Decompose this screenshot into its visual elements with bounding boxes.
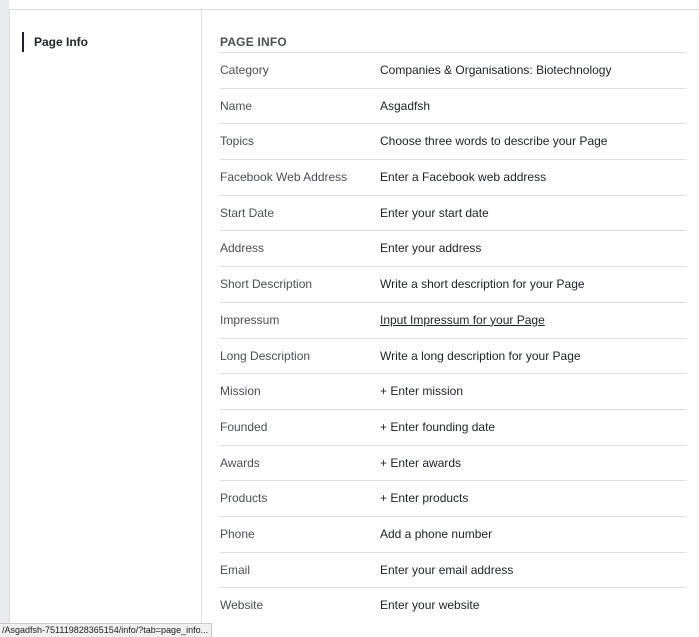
page-info-screen: Page Info PAGE INFO Category Companies &… — [0, 0, 699, 637]
info-row-phone: Phone Add a phone number — [220, 517, 686, 553]
sidebar-item-page-info[interactable]: Page Info — [22, 32, 88, 52]
info-row-start-date: Start Date Enter your start date — [220, 196, 686, 232]
category-value[interactable]: Companies & Organisations: Biotechnology — [380, 53, 611, 88]
info-row-long-description: Long Description Write a long descriptio… — [220, 339, 686, 375]
products-value[interactable]: + Enter products — [380, 481, 468, 516]
row-label: Long Description — [220, 348, 311, 363]
row-label: Awards — [220, 455, 260, 470]
row-label: Phone — [220, 526, 255, 541]
address-value[interactable]: Enter your address — [380, 231, 481, 266]
founded-value[interactable]: + Enter founding date — [380, 410, 495, 445]
row-label: Facebook Web Address — [220, 170, 348, 185]
row-label: Email — [220, 562, 251, 577]
info-row-awards: Awards + Enter awards — [220, 446, 686, 482]
info-row-category: Category Companies & Organisations: Biot… — [220, 53, 686, 89]
impressum-link[interactable]: Input Impressum for your Page — [380, 303, 545, 338]
website-value[interactable]: Enter your website — [380, 588, 479, 623]
phone-value[interactable]: Add a phone number — [380, 517, 492, 552]
browser-status-bar: /Asgadfsh-751119828365154/info/?tab=page… — [0, 623, 213, 637]
left-edge-bar — [0, 0, 9, 637]
info-row-email: Email Enter your email address — [220, 553, 686, 589]
page-info-panel: PAGE INFO Category Companies & Organisat… — [220, 10, 686, 624]
email-value[interactable]: Enter your email address — [380, 553, 513, 588]
mission-value[interactable]: + Enter mission — [380, 374, 463, 409]
section-title: PAGE INFO — [220, 10, 686, 53]
info-row-mission: Mission + Enter mission — [220, 374, 686, 410]
info-row-short-description: Short Description Write a short descript… — [220, 267, 686, 303]
row-label: Name — [220, 98, 253, 113]
row-label: Impressum — [220, 312, 280, 327]
row-label: Founded — [220, 419, 268, 434]
row-label: Website — [220, 598, 264, 613]
row-label: Category — [220, 63, 269, 77]
web-address-value[interactable]: Enter a Facebook web address — [380, 160, 546, 195]
long-description-value[interactable]: Write a long description for your Page — [380, 339, 581, 374]
row-label: Start Date — [220, 205, 275, 220]
info-row-address: Address Enter your address — [220, 231, 686, 268]
info-row-impressum: Impressum Input Impressum for your Page — [220, 303, 686, 339]
name-value[interactable]: Asgadfsh — [380, 89, 430, 124]
topics-value[interactable]: Choose three words to describe your Page — [380, 124, 607, 159]
info-row-founded: Founded + Enter founding date — [220, 410, 686, 446]
start-date-value[interactable]: Enter your start date — [380, 196, 489, 231]
row-label: Mission — [220, 384, 261, 399]
row-label: Address — [220, 241, 265, 256]
short-description-value[interactable]: Write a short description for your Page — [380, 267, 585, 302]
row-label: Topics — [220, 134, 255, 149]
awards-value[interactable]: + Enter awards — [380, 446, 461, 481]
settings-sidebar: Page Info — [9, 10, 202, 637]
info-row-topics: Topics Choose three words to describe yo… — [220, 124, 686, 161]
info-row-facebook-web-address: Facebook Web Address Enter a Facebook we… — [220, 160, 686, 196]
info-row-products: Products + Enter products — [220, 481, 686, 517]
sidebar-item-label: Page Info — [34, 35, 89, 49]
info-row-website: Website Enter your website — [220, 588, 686, 624]
row-label: Products — [220, 491, 268, 506]
info-row-name: Name Asgadfsh — [220, 89, 686, 125]
row-label: Short Description — [220, 277, 313, 292]
